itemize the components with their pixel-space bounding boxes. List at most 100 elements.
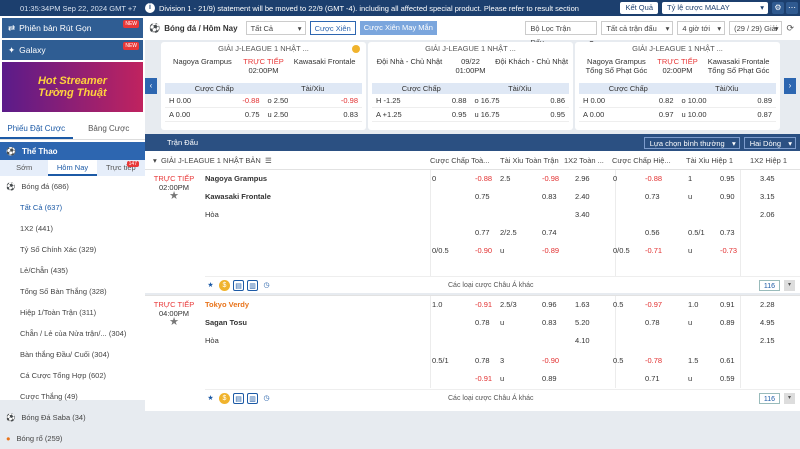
tab-bet-slip[interactable]: Phiếu Đặt Cược: [0, 118, 73, 139]
menu-item-first-last-goal[interactable]: Bàn thắng Đầu/ Cuối (304): [0, 344, 145, 365]
settings-icon[interactable]: ⚙: [772, 2, 784, 14]
menu-item-half-full[interactable]: Hiệp 1/Toàn Trận (311): [0, 302, 145, 323]
star-icon[interactable]: ★: [205, 280, 216, 291]
coin-icon[interactable]: $: [219, 393, 230, 404]
league-select[interactable]: Tất Cả: [245, 21, 306, 36]
sort-select[interactable]: Lựa chọn bình thường: [643, 136, 740, 150]
hdp1h-odds[interactable]: -0.97: [645, 296, 662, 314]
card-odds[interactable]: -0.98: [341, 94, 358, 107]
tab-today[interactable]: Hôm Nay: [48, 160, 97, 176]
hdp1h-odds[interactable]: 0.78: [645, 314, 660, 332]
hdp1h-odds[interactable]: 0.56: [645, 224, 660, 242]
x12-odds[interactable]: 2.40: [575, 188, 590, 206]
more-markets-link[interactable]: Các loại cược Châu Á khác: [448, 395, 534, 402]
announcement-ticker[interactable]: Division 1 - 21/9) statement will be mov…: [159, 4, 620, 13]
ou-odds[interactable]: 0.83: [542, 188, 557, 206]
sports-header[interactable]: ⚽ Thể Thao: [0, 142, 145, 160]
hdp1h-odds[interactable]: -0.88: [645, 170, 662, 188]
menu-item-mix-parlay[interactable]: Cá Cược Tổng Hợp (602): [0, 365, 145, 386]
hot-streamer-banner[interactable]: Hot Streamer Tường Thuật: [2, 62, 143, 112]
card-odds[interactable]: 0.95: [550, 108, 565, 121]
ou1h-odds[interactable]: 0.61: [720, 352, 735, 370]
menu-item-correct-score[interactable]: Tỷ Số Chính Xác (329): [0, 239, 145, 260]
card-odds[interactable]: 0.87: [757, 108, 772, 121]
ou-odds[interactable]: -0.90: [542, 352, 559, 370]
star-icon[interactable]: ★: [205, 393, 216, 404]
x121h-odds[interactable]: 2.06: [760, 206, 775, 224]
ou-odds[interactable]: -0.89: [542, 242, 559, 260]
card-odds[interactable]: 0.82: [659, 94, 674, 107]
hdp1h-odds[interactable]: 0.73: [645, 188, 660, 206]
card-odds[interactable]: 0.88: [452, 94, 467, 107]
card-odds[interactable]: 0.75: [245, 108, 260, 121]
league-count[interactable]: (29 / 29) Giải: [729, 21, 783, 36]
menu-item-half-odd-even[interactable]: Chẵn / Lẻ của Nửa trận/... (304): [0, 323, 145, 344]
ou-odds[interactable]: -0.98: [542, 170, 559, 188]
compact-version-banner[interactable]: ⇄ Phiên bản Rút Gọn NEW: [2, 18, 143, 38]
ou1h-odds[interactable]: 0.95: [720, 170, 735, 188]
timer-icon[interactable]: ◷: [261, 393, 272, 404]
card-odds[interactable]: 0.89: [757, 94, 772, 107]
prev-arrow-icon[interactable]: ‹: [145, 78, 157, 94]
more-markets-link[interactable]: Các loại cược Châu Á khác: [448, 282, 534, 289]
ou1h-odds[interactable]: -0.73: [720, 242, 737, 260]
x12-odds[interactable]: 1.63: [575, 296, 590, 314]
odds-type-select[interactable]: Tỷ lệ cược MALAY: [662, 2, 768, 14]
result-button[interactable]: Kết Quả: [620, 2, 658, 14]
hdp-odds[interactable]: -0.91: [475, 296, 492, 314]
menu-item-odd-even[interactable]: Lẻ/Chẵn (435): [0, 260, 145, 281]
refresh-icon[interactable]: ⟳: [786, 23, 794, 34]
featured-card[interactable]: GIẢI J-LEAGUE 1 NHẬT ... Nagoya Grampus …: [575, 42, 780, 130]
hdp-odds[interactable]: -0.88: [475, 170, 492, 188]
hdp-odds[interactable]: 0.77: [475, 224, 490, 242]
time-select[interactable]: 4 giờ tới: [677, 21, 726, 36]
hdp1h-odds[interactable]: -0.71: [645, 242, 662, 260]
market-select[interactable]: Tất cả trận đấu: [601, 21, 674, 36]
more-icon[interactable]: ⋯: [786, 2, 798, 14]
x12-odds[interactable]: 4.10: [575, 332, 590, 350]
lines-select[interactable]: Hai Dòng: [743, 136, 796, 150]
hdp-odds[interactable]: 0.78: [475, 314, 490, 332]
x12-odds[interactable]: 5.20: [575, 314, 590, 332]
ou1h-odds[interactable]: 0.89: [720, 314, 735, 332]
x121h-odds[interactable]: 3.15: [760, 188, 775, 206]
x12-odds[interactable]: 3.40: [575, 206, 590, 224]
more-count-button[interactable]: 116: [758, 280, 780, 291]
hdp1h-odds[interactable]: 0.71: [645, 370, 660, 388]
hdp1h-odds[interactable]: -0.78: [645, 352, 662, 370]
x121h-odds[interactable]: 2.28: [760, 296, 775, 314]
expand-icon[interactable]: ▾: [784, 393, 795, 404]
collapse-icon[interactable]: ▾: [153, 156, 157, 165]
menu-item-total-goals[interactable]: Tổng Số Bàn Thắng (328): [0, 281, 145, 302]
tab-statement[interactable]: Bảng Cược: [73, 118, 146, 139]
hdp-odds[interactable]: -0.91: [475, 370, 492, 388]
ou-odds[interactable]: 0.89: [542, 370, 557, 388]
stats-icon[interactable]: ▤: [233, 393, 244, 404]
hdp-odds[interactable]: 0.78: [475, 352, 490, 370]
coin-icon[interactable]: $: [219, 280, 230, 291]
featured-card[interactable]: GIẢI J-LEAGUE 1 NHẬT ... Nagoya Grampus …: [161, 42, 366, 130]
ou1h-odds[interactable]: 0.90: [720, 188, 735, 206]
ou1h-odds[interactable]: 0.73: [720, 224, 735, 242]
chart-icon[interactable]: ▥: [247, 280, 258, 291]
parlay-button[interactable]: Cược Xiên: [309, 21, 356, 35]
x12-odds[interactable]: 2.96: [575, 170, 590, 188]
hdp-odds[interactable]: 0.75: [475, 188, 490, 206]
ou-odds[interactable]: 0.83: [542, 314, 557, 332]
card-odds[interactable]: 0.83: [343, 108, 358, 121]
ou1h-odds[interactable]: 0.59: [720, 370, 735, 388]
menu-item-soccer[interactable]: ⚽ Bóng đá (686): [0, 176, 145, 197]
ou-odds[interactable]: 0.74: [542, 224, 557, 242]
galaxy-banner[interactable]: ✦ Galaxy NEW: [2, 40, 143, 60]
card-odds[interactable]: 0.97: [659, 108, 674, 121]
timer-icon[interactable]: ◷: [261, 280, 272, 291]
hdp-odds[interactable]: -0.90: [475, 242, 492, 260]
menu-item-all[interactable]: Tất Cả (637): [0, 197, 145, 218]
menu-item-outright[interactable]: Cược Thắng (49): [0, 386, 145, 407]
next-arrow-icon[interactable]: ›: [784, 78, 796, 94]
expand-icon[interactable]: ▾: [784, 280, 795, 291]
more-count-button[interactable]: 116: [758, 393, 780, 404]
lucky-parlay-button[interactable]: Cược Xiên May Mắn: [359, 21, 437, 35]
league-name[interactable]: ▾ GIẢI J-LEAGUE 1 NHẬT BẢN ☰: [145, 156, 430, 165]
x121h-odds[interactable]: 3.45: [760, 170, 775, 188]
